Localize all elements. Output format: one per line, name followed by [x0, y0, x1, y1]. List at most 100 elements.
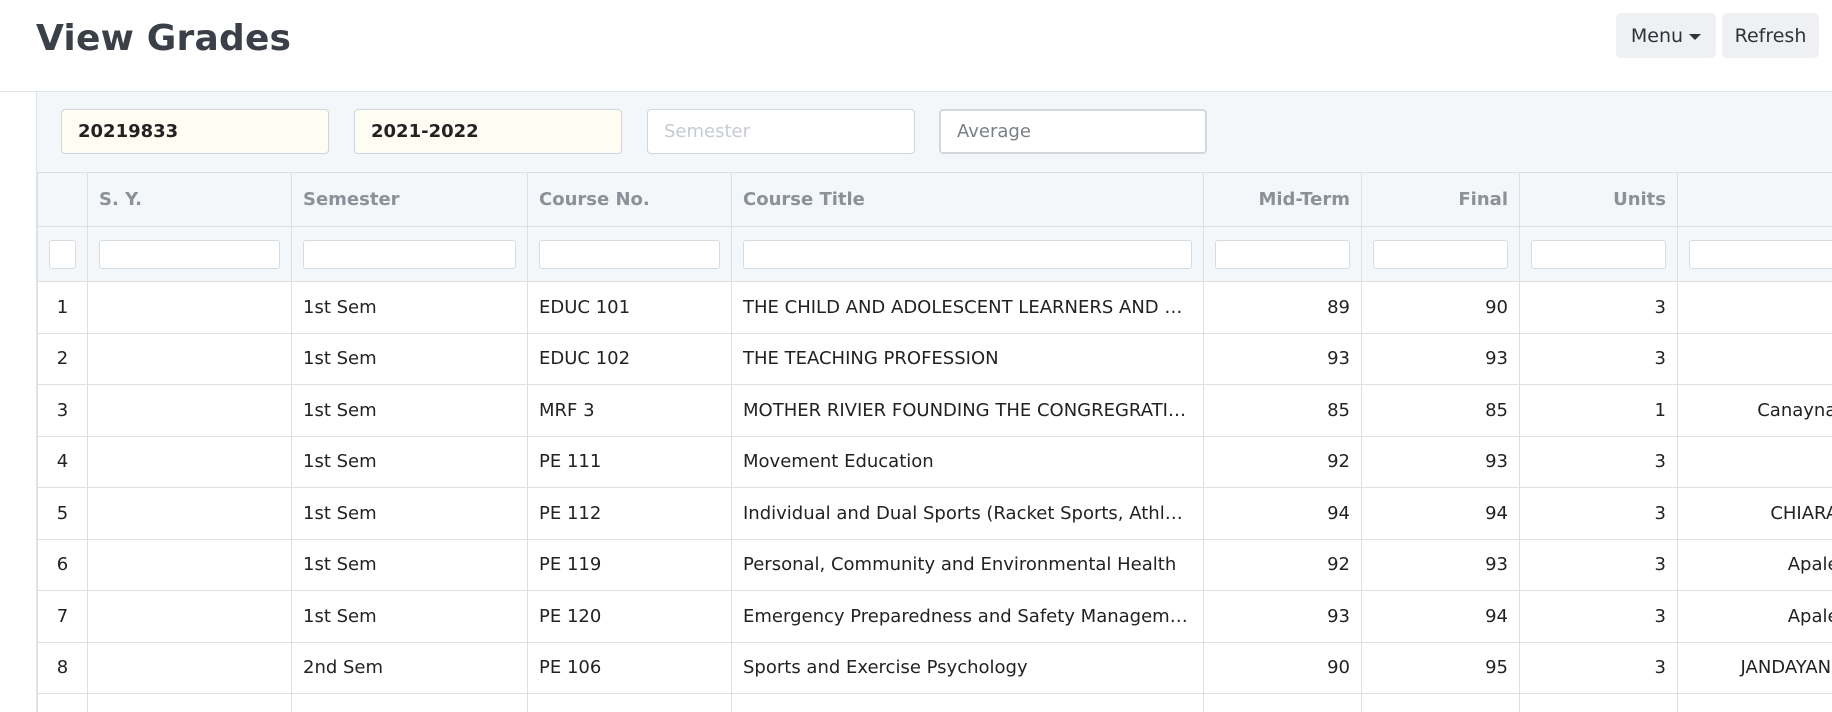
cell-midterm: 93	[1203, 332, 1362, 385]
grades-table-body: 1 1st Sem EDUC 101 THE CHILD AND ADOLESC…	[37, 281, 1832, 712]
col-header-final[interactable]: Final	[1361, 172, 1520, 227]
cell-sy	[87, 281, 292, 334]
column-filter-row	[37, 226, 1832, 282]
cell-instructor: Apale, Ch	[1677, 538, 1832, 591]
filter-instructor-input[interactable]	[1689, 239, 1832, 269]
table-row[interactable]	[37, 693, 1832, 712]
cell-final: 95	[1361, 641, 1520, 694]
table-row[interactable]: 8 2nd Sem PE 106 Sports and Exercise Psy…	[37, 641, 1832, 694]
cell-semester: 1st Sem	[291, 332, 528, 385]
grades-table: S. Y. Semester Course No. Course Title M…	[37, 172, 1832, 712]
filter-course-title-input[interactable]	[743, 239, 1192, 269]
cell-sy	[87, 487, 292, 540]
cell-semester: 1st Sem	[291, 281, 528, 334]
cell-final	[1361, 693, 1520, 712]
cell-course-no: PE 111	[527, 435, 732, 488]
cell-midterm: 90	[1203, 641, 1362, 694]
table-row[interactable]: 6 1st Sem PE 119 Personal, Community and…	[37, 538, 1832, 591]
cell-midterm: 92	[1203, 435, 1362, 488]
cell-midterm: 89	[1203, 281, 1362, 334]
table-row[interactable]: 2 1st Sem EDUC 102 THE TEACHING PROFESSI…	[37, 332, 1832, 385]
cell-course-no: EDUC 101	[527, 281, 732, 334]
cell-final: 94	[1361, 487, 1520, 540]
cell-final: 90	[1361, 281, 1520, 334]
filter-final-input[interactable]	[1373, 239, 1508, 269]
cell-sy	[87, 384, 292, 437]
cell-sy	[87, 590, 292, 643]
row-index	[37, 693, 88, 712]
col-header-midterm[interactable]: Mid-Term	[1203, 172, 1362, 227]
row-index: 2	[37, 332, 88, 385]
cell-semester: 1st Sem	[291, 538, 528, 591]
filter-units-input[interactable]	[1531, 239, 1666, 269]
cell-semester: 1st Sem	[291, 384, 528, 437]
cell-course-title: Emergency Preparedness and Safety Manage…	[731, 590, 1204, 643]
cell-course-title: THE TEACHING PROFESSION	[731, 332, 1204, 385]
cell-final: 93	[1361, 538, 1520, 591]
cell-sy	[87, 332, 292, 385]
cell-course-no: PE 120	[527, 590, 732, 643]
cell-final: 93	[1361, 435, 1520, 488]
filter-semester-input[interactable]	[303, 239, 516, 269]
row-index: 7	[37, 590, 88, 643]
cell-course-no: MRF 3	[527, 384, 732, 437]
student-id-field[interactable]	[61, 109, 329, 154]
cell-units: 3	[1519, 487, 1678, 540]
filter-course-no-input[interactable]	[539, 239, 720, 269]
table-row[interactable]: 5 1st Sem PE 112 Individual and Dual Spo…	[37, 487, 1832, 540]
cell-course-title: THE CHILD AND ADOLESCENT LEARNERS AND LE…	[731, 281, 1204, 334]
row-index: 8	[37, 641, 88, 694]
col-header-course-title[interactable]: Course Title	[731, 172, 1204, 227]
col-header-instructor[interactable]	[1677, 172, 1832, 227]
refresh-button[interactable]: Refresh	[1722, 13, 1819, 58]
cell-instructor	[1677, 281, 1832, 334]
cell-midterm	[1203, 693, 1362, 712]
filter-sy-input[interactable]	[99, 239, 280, 269]
header-row: S. Y. Semester Course No. Course Title M…	[37, 172, 1832, 227]
cell-course-title	[731, 693, 1204, 712]
cell-units: 3	[1519, 641, 1678, 694]
table-row[interactable]: 4 1st Sem PE 111 Movement Education 92 9…	[37, 435, 1832, 488]
col-header-course-no[interactable]: Course No.	[527, 172, 732, 227]
cell-units: 1	[1519, 384, 1678, 437]
cell-course-title: MOTHER RIVIER FOUNDING THE CONGREGRATION	[731, 384, 1204, 437]
semester-field[interactable]	[647, 109, 915, 154]
cell-instructor	[1677, 435, 1832, 488]
cell-units: 3	[1519, 435, 1678, 488]
cell-instructor: CHIARA JEN	[1677, 487, 1832, 540]
cell-instructor: Apale, Ch	[1677, 590, 1832, 643]
average-field[interactable]	[939, 109, 1207, 154]
filter-bar	[37, 92, 1832, 172]
cell-sy	[87, 693, 292, 712]
cell-final: 94	[1361, 590, 1520, 643]
filter-index-input[interactable]	[49, 239, 76, 269]
cell-midterm: 85	[1203, 384, 1362, 437]
cell-units: 3	[1519, 281, 1678, 334]
cell-units: 3	[1519, 332, 1678, 385]
cell-units	[1519, 693, 1678, 712]
school-year-field[interactable]	[354, 109, 622, 154]
cell-course-no	[527, 693, 732, 712]
cell-units: 3	[1519, 590, 1678, 643]
cell-course-no: EDUC 102	[527, 332, 732, 385]
cell-midterm: 92	[1203, 538, 1362, 591]
col-header-semester[interactable]: Semester	[291, 172, 528, 227]
col-header-sy[interactable]: S. Y.	[87, 172, 292, 227]
table-row[interactable]: 3 1st Sem MRF 3 MOTHER RIVIER FOUNDING T…	[37, 384, 1832, 437]
cell-final: 85	[1361, 384, 1520, 437]
col-header-index[interactable]	[37, 172, 88, 227]
cell-units: 3	[1519, 538, 1678, 591]
cell-midterm: 94	[1203, 487, 1362, 540]
cell-semester: 1st Sem	[291, 590, 528, 643]
page-header: View Grades Menu Refresh	[0, 0, 1832, 92]
row-index: 1	[37, 281, 88, 334]
table-row[interactable]: 1 1st Sem EDUC 101 THE CHILD AND ADOLESC…	[37, 281, 1832, 334]
col-header-units[interactable]: Units	[1519, 172, 1678, 227]
cell-course-no: PE 112	[527, 487, 732, 540]
cell-course-title: Sports and Exercise Psychology	[731, 641, 1204, 694]
cell-sy	[87, 538, 292, 591]
filter-midterm-input[interactable]	[1215, 239, 1350, 269]
menu-button[interactable]: Menu	[1616, 13, 1716, 58]
table-row[interactable]: 7 1st Sem PE 120 Emergency Preparedness …	[37, 590, 1832, 643]
cell-instructor: JANDAYAN, CHI	[1677, 641, 1832, 694]
